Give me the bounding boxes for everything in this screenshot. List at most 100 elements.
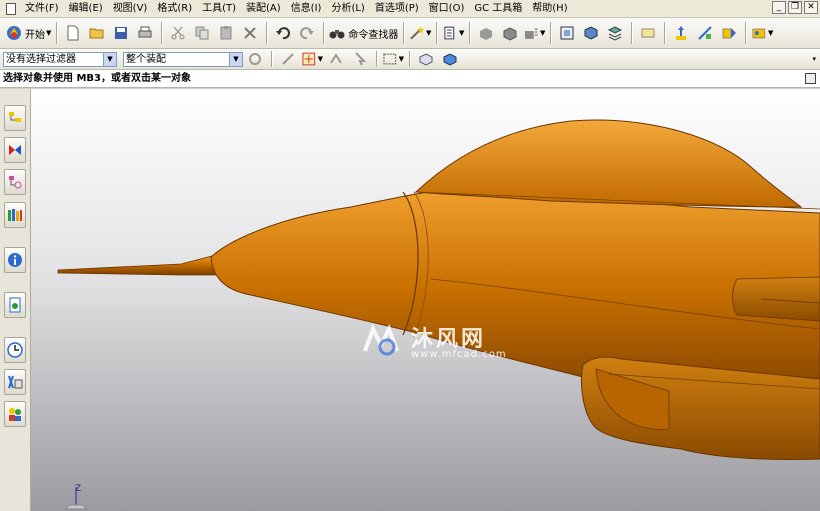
chevron-down-icon[interactable]: ▼	[103, 52, 116, 66]
point-constructor-icon	[302, 52, 316, 66]
reposition-icon	[722, 28, 737, 39]
reset-filter-button[interactable]	[244, 50, 266, 68]
select-all-button[interactable]	[349, 50, 371, 68]
component-button[interactable]	[580, 21, 602, 45]
open-file-button[interactable]	[86, 21, 108, 45]
new-file-icon	[67, 25, 79, 41]
selection-scope-select[interactable]: 整个装配 ▼	[123, 51, 243, 67]
shaded-edges-button[interactable]	[499, 21, 521, 45]
start-icon	[7, 26, 21, 40]
window-controls: _ ❐ ✕	[772, 1, 818, 14]
chevron-down-icon: ▼	[426, 29, 432, 37]
menu-help[interactable]: 帮助(H)	[527, 1, 572, 17]
history-tab[interactable]	[4, 337, 26, 363]
reference-set-button[interactable]: ▼	[751, 21, 773, 45]
solid-cube-icon	[443, 53, 457, 66]
aircraft-model[interactable]	[31, 89, 820, 511]
wizard-button[interactable]: ▼	[409, 21, 431, 45]
menu-format[interactable]: 格式(R)	[152, 1, 197, 17]
roles-tab[interactable]	[4, 401, 26, 427]
copy-button[interactable]	[191, 21, 213, 45]
z-axis-label: Z	[75, 484, 82, 494]
quick-pick-icon	[330, 53, 342, 64]
redo-button[interactable]	[296, 21, 318, 45]
cursor-icon	[355, 52, 367, 66]
chevron-down-icon: ▼	[540, 29, 546, 37]
menu-gc-toolkit[interactable]: GC 工具箱	[469, 1, 527, 17]
restore-button[interactable]: ❐	[788, 1, 802, 14]
close-button[interactable]: ✕	[804, 1, 818, 14]
folder-open-icon	[89, 28, 104, 39]
constraint-navigator-tab[interactable]	[4, 137, 26, 163]
assembly-tree-icon	[9, 112, 21, 122]
component-icon	[584, 26, 598, 40]
frame-icon	[560, 26, 574, 40]
note-button[interactable]	[637, 21, 659, 45]
new-file-button[interactable]	[62, 21, 84, 45]
assembly-navigator-tab[interactable]	[4, 105, 26, 131]
start-button[interactable]: 开始 ▼	[6, 21, 51, 45]
cue-line: 选择对象并使用 MB3，或者双击某一对象	[0, 70, 820, 88]
menu-preferences[interactable]: 首选项(P)	[370, 1, 424, 17]
reposition-button[interactable]	[718, 21, 740, 45]
system-materials-tab[interactable]	[4, 369, 26, 395]
mate-component-button[interactable]	[694, 21, 716, 45]
history-palette-tab[interactable]	[4, 292, 26, 318]
assembly-navigator-button[interactable]	[556, 21, 578, 45]
menu-analysis[interactable]: 分析(L)	[326, 1, 369, 17]
toolbar-separator	[550, 22, 552, 44]
printer-icon	[138, 26, 152, 38]
toolbar-separator	[469, 22, 471, 44]
chevron-down-icon: ▼	[398, 55, 404, 63]
move-component-button[interactable]	[670, 21, 692, 45]
save-button[interactable]	[110, 21, 132, 45]
type-filter-select[interactable]: 没有选择过滤器 ▼	[3, 51, 117, 67]
point-constructor-button[interactable]: ▼	[301, 50, 323, 68]
menu-edit[interactable]: 编辑(E)	[64, 1, 108, 17]
reuse-library-tab[interactable]	[4, 202, 26, 228]
toolbar-separator	[266, 22, 268, 44]
cut-button[interactable]	[167, 21, 189, 45]
toolbar-separator	[403, 22, 405, 44]
note-icon	[641, 28, 655, 38]
paste-button[interactable]	[215, 21, 237, 45]
solid-body-button[interactable]	[439, 50, 461, 68]
menu-window[interactable]: 窗口(O)	[424, 1, 470, 17]
roles-users-icon	[9, 408, 21, 421]
undo-button[interactable]	[272, 21, 294, 45]
cue-text: 选择对象并使用 MB3，或者双击某一对象	[3, 73, 192, 84]
rectangle-select-button[interactable]: ▼	[382, 50, 404, 68]
web-browser-tab[interactable]	[4, 247, 26, 273]
shaded-button[interactable]	[475, 21, 497, 45]
graphics-window[interactable]: 沐风网 www.mfcad.com Z	[31, 89, 820, 511]
toolbar-separator	[631, 22, 633, 44]
show-hide-button[interactable]	[415, 50, 437, 68]
menu-tools[interactable]: 工具(T)	[197, 1, 241, 17]
menu-assemblies[interactable]: 装配(A)	[241, 1, 286, 17]
standard-toolbar: 开始 ▼ 命令查找器 ▼ ▼ ▼ ▼	[0, 18, 820, 49]
minimize-button[interactable]: _	[772, 1, 786, 14]
quick-pick-button[interactable]	[325, 50, 347, 68]
toolbar-separator	[323, 22, 325, 44]
maximize-icon[interactable]	[805, 73, 816, 84]
snap-point-button[interactable]	[277, 50, 299, 68]
marquee-icon	[383, 53, 397, 65]
part-navigator-tab[interactable]	[4, 169, 26, 195]
delete-button[interactable]	[239, 21, 261, 45]
mate-icon	[698, 26, 713, 40]
menu-view[interactable]: 视图(V)	[108, 1, 153, 17]
toolbar-overflow-icon[interactable]: ▾	[812, 55, 816, 63]
reference-set-icon	[752, 28, 766, 39]
menu-file[interactable]: 文件(F)	[20, 1, 64, 17]
chevron-down-icon[interactable]: ▼	[229, 52, 242, 66]
info-dropdown-button[interactable]: ▼	[442, 21, 464, 45]
print-button[interactable]	[134, 21, 156, 45]
render-style-button[interactable]: ▼	[523, 21, 545, 45]
layers-button[interactable]	[604, 21, 626, 45]
toolbar-separator	[56, 22, 58, 44]
chevron-down-icon: ▼	[46, 29, 52, 37]
binoculars-icon	[329, 30, 345, 39]
command-finder-button[interactable]: 命令查找器	[329, 21, 398, 45]
paste-icon	[220, 26, 232, 40]
menu-information[interactable]: 信息(I)	[286, 1, 327, 17]
